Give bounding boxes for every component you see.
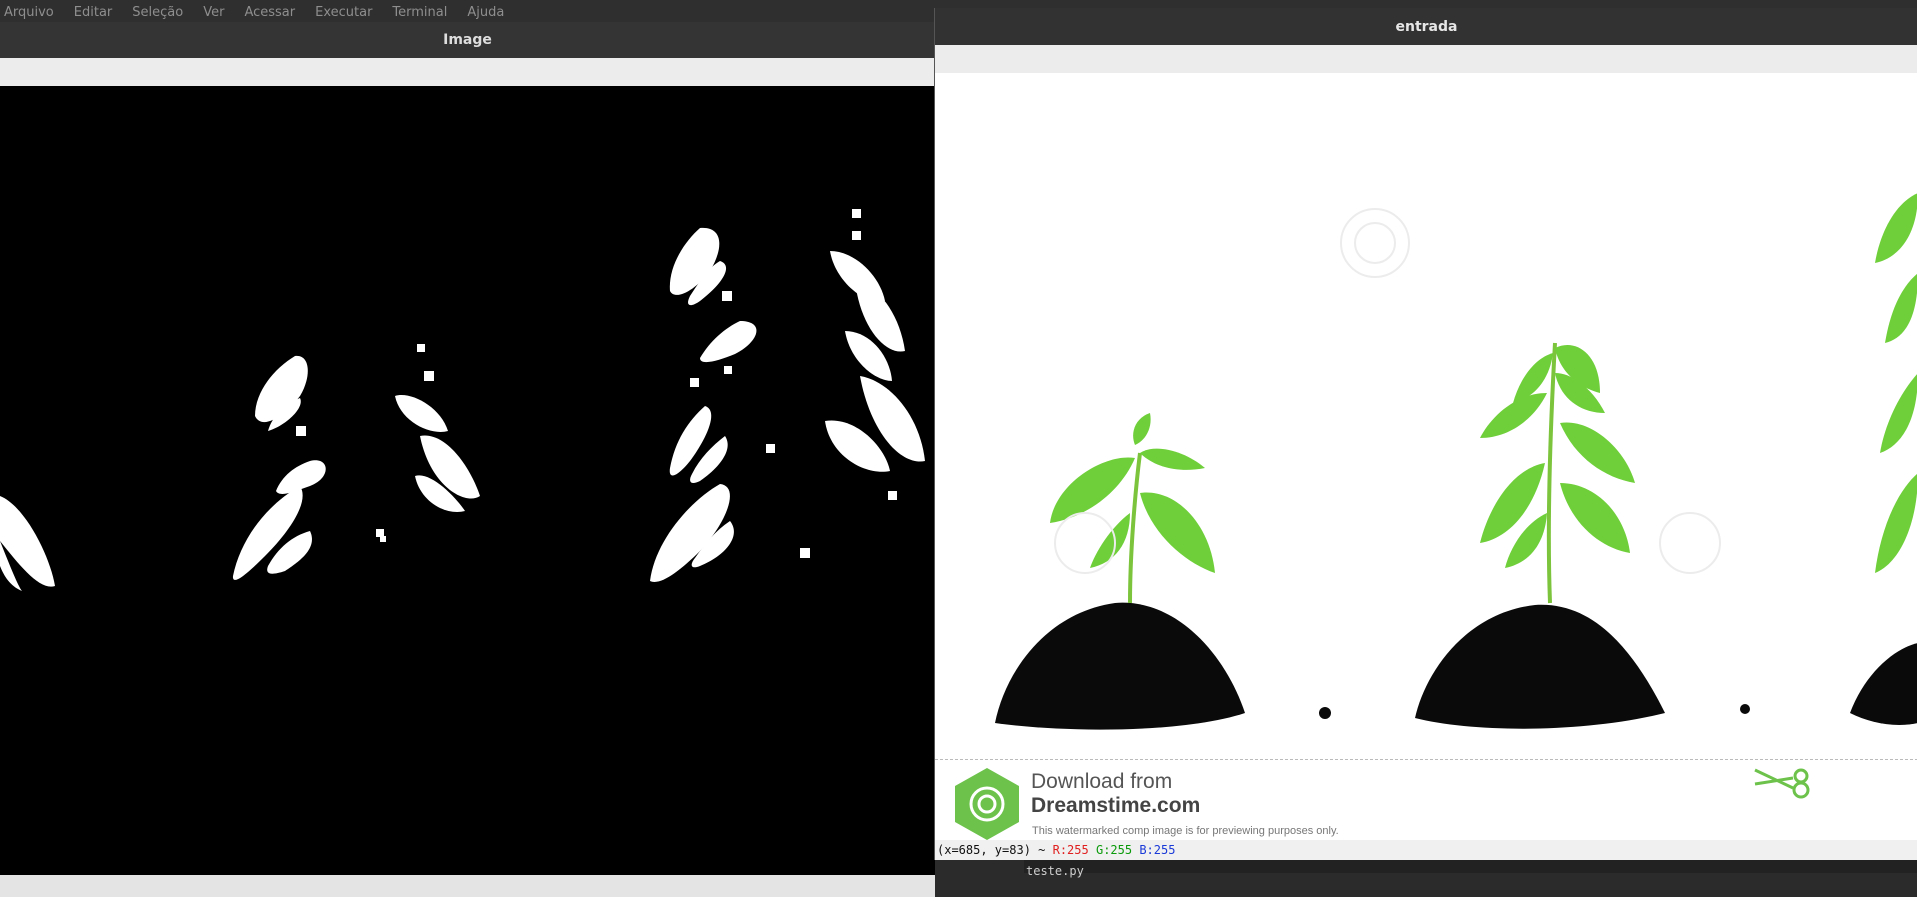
image-window-title: Image — [443, 32, 492, 48]
menu-executar[interactable]: Executar — [315, 5, 372, 20]
menu-arquivo[interactable]: Arquivo — [4, 5, 54, 20]
menu-editar[interactable]: Editar — [74, 5, 113, 20]
entrada-window: entrada Download from Dreamstime.com Thi… — [934, 8, 1917, 860]
pixel-status-bar: (x=685, y=83) ~ R:255 G:255 B:255 — [935, 840, 1917, 860]
menu-terminal[interactable]: Terminal — [392, 5, 447, 20]
image-window-titlebar[interactable]: Image — [0, 22, 935, 58]
mask-image — [0, 209, 925, 591]
scissors-icon — [1754, 768, 1810, 799]
dreamstime-banner: Download from Dreamstime.com This waterm… — [935, 759, 1917, 841]
terminal-text: teste.py — [1026, 864, 1084, 878]
watermark-line2: Dreamstime.com — [1031, 794, 1201, 817]
menu-ver[interactable]: Ver — [203, 5, 224, 20]
status-coords: (x=685, y=83) ~ — [937, 843, 1046, 857]
mask-image-canvas[interactable] — [0, 86, 935, 875]
entrada-window-titlebar[interactable]: entrada — [935, 8, 1917, 45]
watermark-line1: Download from — [1031, 770, 1173, 793]
seedlings-photo — [995, 193, 1917, 730]
menu-ajuda[interactable]: Ajuda — [467, 5, 504, 20]
status-r: R:255 — [1052, 843, 1089, 857]
image-window: Image — [0, 22, 935, 897]
entrada-photo[interactable] — [935, 73, 1917, 759]
entrada-window-toolbar — [935, 45, 1917, 73]
image-window-bottom — [0, 875, 935, 897]
menu-acessar[interactable]: Acessar — [244, 5, 295, 20]
dreamstime-logo-icon — [955, 768, 1019, 840]
watermark-note: This watermarked comp image is for previ… — [1032, 825, 1339, 837]
entrada-window-title: entrada — [1395, 18, 1458, 35]
menu-selecao[interactable]: Seleção — [132, 5, 183, 20]
image-window-toolbar — [0, 58, 935, 86]
status-b: B:255 — [1139, 843, 1176, 857]
status-g: G:255 — [1095, 843, 1133, 857]
